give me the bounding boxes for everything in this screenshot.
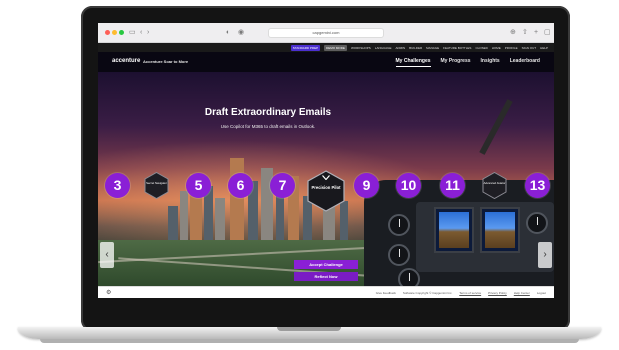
skyline-building — [276, 192, 284, 246]
sidebar-icon[interactable]: ▭ — [129, 28, 136, 37]
new-tab-icon[interactable]: + — [534, 28, 538, 37]
site-footer: ⚙ Give Feedback Software Copyright © Cap… — [98, 286, 554, 298]
share-icon[interactable]: ⇧ — [522, 28, 528, 37]
logout-link[interactable]: Logout — [537, 291, 546, 295]
skyline-building — [230, 158, 244, 246]
util-item[interactable]: FEATURE BOTTLES — [443, 46, 471, 50]
challenge-hex-advanced-aviator[interactable]: Advanced Aviator — [482, 172, 507, 199]
util-item[interactable]: BUILDER — [409, 46, 422, 50]
hex-badge-label: Advanced Aviator — [483, 181, 506, 185]
help-center-link[interactable]: Help Center — [514, 291, 530, 295]
laptop-notch — [277, 327, 341, 331]
nav-my-progress[interactable]: My Progress — [441, 58, 471, 67]
challenge-title: Draft Extraordinary Emails — [204, 107, 332, 118]
util-item[interactable]: LANGUAGE — [375, 46, 392, 50]
util-item[interactable]: HELP — [540, 46, 548, 50]
current-challenge-precision-pilot[interactable]: Precision Pilot — [306, 170, 346, 212]
privacy-link[interactable]: Privacy Policy — [488, 291, 507, 295]
challenge-subtitle: Use Copilot for M365 to draft emails in … — [220, 124, 316, 129]
flight-display — [480, 207, 520, 253]
shield-icon[interactable]: ◐ — [226, 28, 230, 37]
reader-icon[interactable]: ◉ — [238, 28, 244, 37]
skyline-building — [180, 191, 188, 246]
challenge-hex-secret-navigator[interactable]: Secret Navigator — [144, 172, 169, 199]
hexagon-icon — [144, 172, 169, 199]
laptop-screen: ▭ ‹ › ◐ ◉ capgemini.com ⊕ ⇧ + ▢ STANDARD… — [98, 23, 554, 298]
gear-icon[interactable]: ⚙ — [106, 289, 111, 296]
minimize-window-button[interactable] — [112, 30, 117, 35]
challenge-badge-5[interactable]: 5 — [186, 173, 211, 198]
challenge-badge-11[interactable]: 11 — [440, 173, 465, 198]
download-icon[interactable]: ⊕ — [510, 28, 516, 37]
util-item[interactable]: HOME — [492, 46, 501, 50]
program-title: Accenture Soar to More — [143, 59, 189, 64]
gauge-dial — [526, 212, 548, 234]
challenge-badge-10[interactable]: 10 — [396, 173, 421, 198]
forward-icon[interactable]: › — [147, 28, 149, 37]
cockpit-frame — [479, 99, 513, 155]
hexagon-icon — [482, 172, 507, 199]
nav-leaderboard[interactable]: Leaderboard — [510, 58, 540, 67]
carousel-next-icon[interactable]: › — [538, 242, 552, 268]
nav-my-challenges[interactable]: My Challenges — [395, 58, 431, 67]
product-mockup: ▭ ‹ › ◐ ◉ capgemini.com ⊕ ⇧ + ▢ STANDARD… — [0, 0, 619, 350]
hex-badge-label: Secret Navigator — [146, 181, 167, 185]
mode-pill-standard[interactable]: STANDARD PREP — [290, 44, 321, 51]
mode-pill-demo[interactable]: DEMO MODE — [324, 44, 347, 51]
gauge-dial — [388, 244, 410, 266]
challenge-badge-9[interactable]: 9 — [354, 173, 379, 198]
site-utility-bar: STANDARD PREP DEMO MODE WORKSHOPS LANGUA… — [98, 43, 554, 52]
skyline-building — [215, 198, 225, 246]
util-item[interactable]: PROFILE — [505, 46, 518, 50]
carousel-prev-icon[interactable]: ‹ — [100, 242, 114, 268]
challenge-badge-13[interactable]: 13 — [525, 173, 550, 198]
copyright-text: Software Copyright © Capgemini Inc. — [402, 290, 453, 295]
chevron-down-icon — [322, 175, 330, 180]
util-item[interactable]: SIGN OUT — [522, 46, 537, 50]
address-bar[interactable]: capgemini.com — [268, 28, 384, 38]
reflect-now-button[interactable]: Reflect Now — [294, 272, 358, 281]
maximize-window-button[interactable] — [119, 30, 124, 35]
main-navigation: accenture Accenture Soar to More My Chal… — [98, 52, 554, 72]
brand-logo[interactable]: accenture — [112, 58, 140, 64]
nav-insights[interactable]: Insights — [481, 58, 500, 67]
util-item[interactable]: MANAGE — [426, 46, 439, 50]
url-text: capgemini.com — [312, 30, 340, 35]
close-window-button[interactable] — [105, 30, 110, 35]
hero-banner: Draft Extraordinary Emails Use Copilot f… — [98, 72, 554, 286]
current-challenge-label: Precision Pilot — [311, 185, 341, 190]
challenge-badge-7[interactable]: 7 — [270, 173, 295, 198]
tabs-overview-icon[interactable]: ▢ — [544, 28, 551, 37]
gauge-dial — [388, 214, 410, 236]
browser-toolbar: ▭ ‹ › ◐ ◉ capgemini.com ⊕ ⇧ + ▢ — [98, 23, 554, 43]
back-icon[interactable]: ‹ — [140, 28, 142, 37]
util-item[interactable]: CLOSED — [475, 46, 487, 50]
laptop-foot — [40, 339, 579, 343]
gauge-dial — [398, 268, 420, 286]
util-item[interactable]: WORKSHOPS — [351, 46, 371, 50]
flight-display — [434, 207, 474, 253]
give-feedback-link[interactable]: Give Feedback — [376, 291, 396, 295]
challenge-badge-6[interactable]: 6 — [228, 173, 253, 198]
accept-challenge-button[interactable]: Accept Challenge — [294, 260, 358, 269]
util-item[interactable]: ADMIN — [395, 46, 405, 50]
challenge-badge-3[interactable]: 3 — [105, 173, 130, 198]
terms-link[interactable]: Terms of service — [459, 291, 481, 295]
